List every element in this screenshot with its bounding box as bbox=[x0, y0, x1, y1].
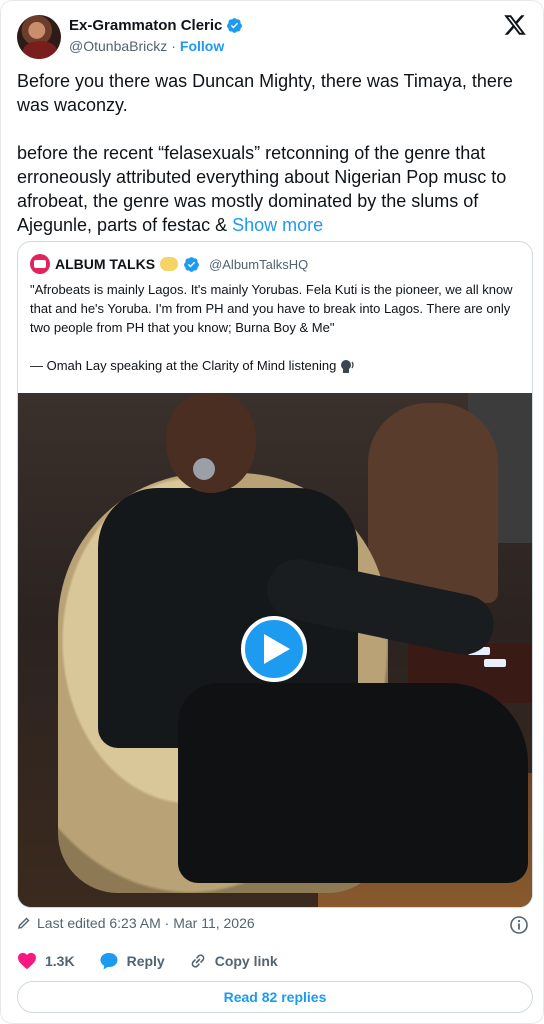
quote-text: "Afrobeats is mainly Lagos. It's mainly … bbox=[30, 280, 524, 375]
tweet-text: Before you there was Duncan Mighty, ther… bbox=[17, 69, 533, 261]
speaking-head-icon bbox=[341, 359, 355, 373]
quote-text-1: "Afrobeats is mainly Lagos. It's mainly … bbox=[30, 282, 513, 335]
play-button[interactable] bbox=[241, 616, 307, 682]
quote-verified-badge-icon bbox=[184, 256, 199, 272]
copy-link-button[interactable]: Copy link bbox=[189, 952, 278, 970]
sparkle-emoji-icon bbox=[160, 257, 179, 271]
avatar[interactable] bbox=[17, 15, 61, 59]
author-name-row: Ex-Grammaton Cleric bbox=[69, 17, 243, 34]
edited-timestamp[interactable]: Last edited 6:23 AM · Mar 11, 2026 bbox=[17, 915, 255, 931]
reply-button[interactable]: Reply bbox=[99, 951, 165, 971]
edited-text: Last edited 6:23 AM · Mar 11, 2026 bbox=[37, 915, 255, 931]
info-icon[interactable] bbox=[509, 915, 529, 935]
video-person-head bbox=[166, 393, 256, 493]
quote-text-2: — Omah Lay speaking at the Clarity of Mi… bbox=[30, 358, 337, 373]
microphone bbox=[193, 458, 215, 480]
follow-button[interactable]: Follow bbox=[180, 38, 224, 54]
quote-attribution: — Omah Lay speaking at the Clarity of Mi… bbox=[30, 356, 524, 375]
author-handle[interactable]: @OtunbaBrickz bbox=[69, 38, 167, 54]
reply-label: Reply bbox=[126, 953, 165, 969]
like-count: 1.3K bbox=[45, 953, 75, 969]
author-name[interactable]: Ex-Grammaton Cleric bbox=[69, 17, 222, 34]
video-person-legs bbox=[178, 683, 528, 883]
tweet-header: Ex-Grammaton Cleric @OtunbaBrickz · Foll… bbox=[17, 13, 527, 61]
video-player[interactable] bbox=[18, 393, 532, 907]
verified-badge-icon bbox=[227, 18, 243, 33]
video-bystander bbox=[368, 403, 498, 603]
tweet-paragraph-1: Before you there was Duncan Mighty, ther… bbox=[17, 71, 513, 115]
action-bar: 1.3K Reply Copy link bbox=[17, 951, 278, 971]
reply-bubble-icon bbox=[100, 953, 118, 970]
quote-avatar[interactable] bbox=[30, 254, 50, 274]
quoted-tweet[interactable]: ALBUM TALKS @AlbumTalksHQ "Afrobeats is … bbox=[17, 241, 533, 908]
author-handle-row: @OtunbaBrickz · Follow bbox=[69, 38, 224, 54]
tweet-paragraph-2: before the recent “felasexuals” retconni… bbox=[17, 141, 533, 237]
pencil-icon bbox=[18, 917, 30, 929]
copy-link-label: Copy link bbox=[214, 953, 278, 969]
separator-dot: · bbox=[171, 38, 176, 54]
like-button[interactable]: 1.3K bbox=[17, 952, 75, 970]
tweet-card: Ex-Grammaton Cleric @OtunbaBrickz · Foll… bbox=[0, 0, 544, 1024]
read-replies-button[interactable]: Read 82 replies bbox=[17, 981, 533, 1013]
quote-author-name[interactable]: ALBUM TALKS bbox=[55, 256, 155, 272]
quote-author-handle[interactable]: @AlbumTalksHQ bbox=[209, 257, 308, 272]
link-icon bbox=[191, 954, 205, 968]
video-phone-light bbox=[484, 659, 506, 667]
play-icon bbox=[263, 634, 290, 664]
x-logo-icon[interactable] bbox=[503, 13, 527, 37]
show-more-link[interactable]: Show more bbox=[232, 215, 323, 235]
quote-header: ALBUM TALKS @AlbumTalksHQ bbox=[30, 254, 308, 274]
heart-icon bbox=[18, 952, 36, 970]
